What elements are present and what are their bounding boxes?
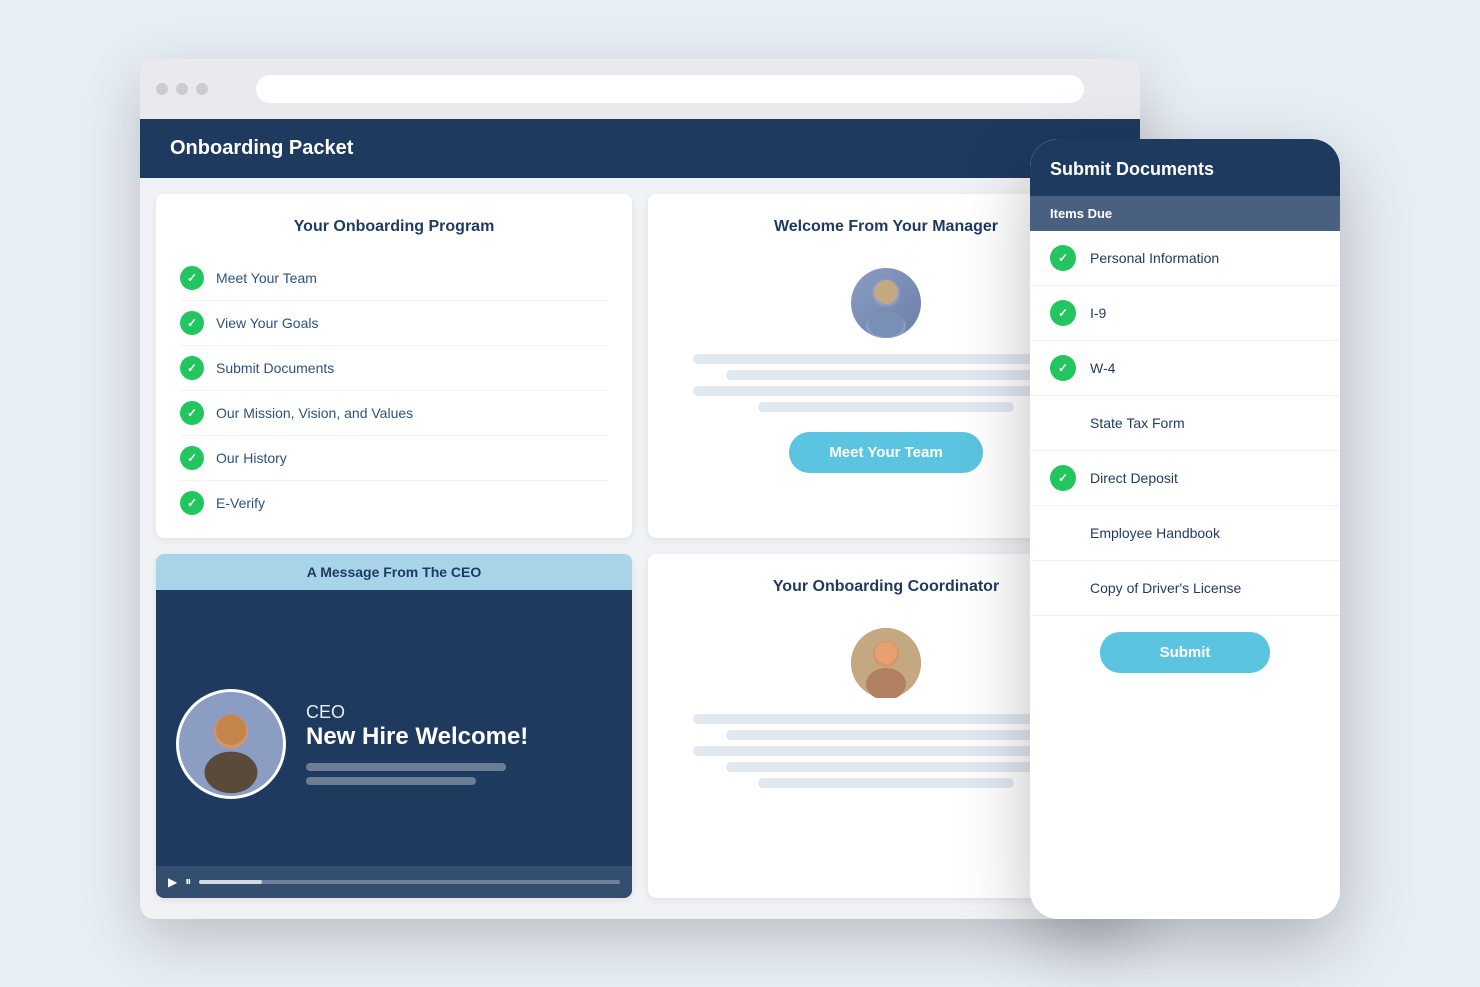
video-controls: ▶ ⏸	[156, 866, 632, 898]
video-progress-bar[interactable]	[199, 880, 620, 884]
mobile-phone: Submit Documents Items Due ✓ Personal In…	[1030, 139, 1340, 919]
checklist-label-documents: Submit Documents	[216, 360, 334, 376]
ceo-text-content: CEO New Hire Welcome!	[306, 702, 612, 785]
phone-label-direct-deposit: Direct Deposit	[1090, 470, 1178, 486]
browser-address-bar[interactable]	[256, 75, 1084, 103]
scene: Onboarding Packet Your Onboarding Progra…	[140, 59, 1340, 929]
phone-item-state-tax[interactable]: State Tax Form	[1030, 396, 1340, 451]
checklist-item-goals[interactable]: ✓ View Your Goals	[180, 301, 608, 346]
phone-check-i9: ✓	[1050, 300, 1076, 326]
checklist-label-meet-team: Meet Your Team	[216, 270, 317, 286]
phone-label-i9: I-9	[1090, 305, 1106, 321]
phone-label-drivers-license: Copy of Driver's License	[1090, 580, 1241, 596]
ceo-card-header: A Message From The CEO	[156, 554, 632, 590]
ceo-avatar-svg	[179, 689, 283, 799]
check-icon-documents: ✓	[180, 356, 204, 380]
checklist-item-everify[interactable]: ✓ E-Verify	[180, 481, 608, 525]
coordinator-avatar	[851, 628, 921, 698]
phone-check-empty-state-tax	[1050, 410, 1076, 436]
ceo-text-lines	[306, 763, 612, 785]
phone-check-empty-license	[1050, 575, 1076, 601]
ceo-avatar	[176, 689, 286, 799]
phone-items-list: ✓ Personal Information ✓ I-9 ✓ W-4 State…	[1030, 231, 1340, 615]
coord-line-1	[693, 714, 1078, 724]
phone-label-personal-info: Personal Information	[1090, 250, 1219, 266]
play-icon[interactable]: ▶	[168, 875, 177, 889]
phone-header: Submit Documents	[1030, 139, 1340, 196]
checklist-label-history: Our History	[216, 450, 287, 466]
phone-check-w4: ✓	[1050, 355, 1076, 381]
ceo-message-title: New Hire Welcome!	[306, 723, 612, 751]
check-icon-mission: ✓	[180, 401, 204, 425]
manager-line-4	[758, 402, 1015, 412]
pause-icon[interactable]: ⏸	[185, 874, 191, 889]
submit-button[interactable]: Submit	[1100, 632, 1271, 673]
phone-label-w4: W-4	[1090, 360, 1115, 376]
phone-item-personal-info[interactable]: ✓ Personal Information	[1030, 231, 1340, 286]
browser-chrome	[140, 59, 1140, 119]
meet-team-button[interactable]: Meet Your Team	[789, 432, 982, 473]
onboarding-checklist: ✓ Meet Your Team ✓ View Your Goals ✓ Sub…	[180, 256, 608, 525]
manager-line-2	[726, 370, 1047, 380]
phone-check-personal-info: ✓	[1050, 245, 1076, 271]
coord-line-3	[693, 746, 1078, 756]
browser-dot-red	[156, 83, 168, 95]
app-header-title: Onboarding Packet	[170, 137, 353, 159]
phone-item-direct-deposit[interactable]: ✓ Direct Deposit	[1030, 451, 1340, 506]
checklist-label-mission: Our Mission, Vision, and Values	[216, 405, 413, 421]
browser-dot-green	[196, 83, 208, 95]
coord-line-5	[758, 778, 1015, 788]
coord-line-4	[726, 762, 1047, 772]
phone-label-state-tax: State Tax Form	[1090, 415, 1185, 431]
phone-item-employee-handbook[interactable]: Employee Handbook	[1030, 506, 1340, 561]
manager-line-1	[693, 354, 1078, 364]
phone-footer: Submit	[1030, 615, 1340, 689]
coord-line-2	[726, 730, 1047, 740]
browser-content: Onboarding Packet Your Onboarding Progra…	[140, 119, 1140, 919]
desktop-browser: Onboarding Packet Your Onboarding Progra…	[140, 59, 1140, 919]
phone-section-label: Items Due	[1030, 196, 1340, 231]
onboarding-program-title: Your Onboarding Program	[180, 218, 608, 236]
main-grid: Your Onboarding Program ✓ Meet Your Team…	[140, 178, 1140, 914]
checklist-item-history[interactable]: ✓ Our History	[180, 436, 608, 481]
check-icon-everify: ✓	[180, 491, 204, 515]
phone-label-employee-handbook: Employee Handbook	[1090, 525, 1220, 541]
ceo-card: A Message From The CEO CEO	[156, 554, 632, 898]
checklist-label-goals: View Your Goals	[216, 315, 318, 331]
check-icon-history: ✓	[180, 446, 204, 470]
ceo-role: CEO	[306, 702, 612, 723]
manager-avatar-svg	[851, 268, 921, 338]
checklist-label-everify: E-Verify	[216, 495, 265, 511]
phone-check-direct-deposit: ✓	[1050, 465, 1076, 491]
ceo-line-2	[306, 777, 476, 785]
manager-card-title: Welcome From Your Manager	[774, 218, 998, 236]
phone-item-w4[interactable]: ✓ W-4	[1030, 341, 1340, 396]
video-progress-fill	[199, 880, 262, 884]
phone-item-i9[interactable]: ✓ I-9	[1030, 286, 1340, 341]
checklist-item-meet-team[interactable]: ✓ Meet Your Team	[180, 256, 608, 301]
checklist-item-mission[interactable]: ✓ Our Mission, Vision, and Values	[180, 391, 608, 436]
check-icon-goals: ✓	[180, 311, 204, 335]
coordinator-card-title: Your Onboarding Coordinator	[773, 578, 999, 596]
checklist-item-documents[interactable]: ✓ Submit Documents	[180, 346, 608, 391]
check-icon-meet-team: ✓	[180, 266, 204, 290]
app-header: Onboarding Packet	[140, 119, 1140, 178]
coordinator-avatar-svg	[851, 628, 921, 698]
onboarding-program-card: Your Onboarding Program ✓ Meet Your Team…	[156, 194, 632, 538]
phone-check-empty-handbook	[1050, 520, 1076, 546]
phone-item-drivers-license[interactable]: Copy of Driver's License	[1030, 561, 1340, 615]
browser-dot-yellow	[176, 83, 188, 95]
manager-avatar	[851, 268, 921, 338]
ceo-line-1	[306, 763, 506, 771]
phone-header-title: Submit Documents	[1050, 159, 1214, 179]
ceo-card-body: CEO New Hire Welcome! ▶ ⏸	[156, 590, 632, 898]
manager-line-3	[693, 386, 1078, 396]
